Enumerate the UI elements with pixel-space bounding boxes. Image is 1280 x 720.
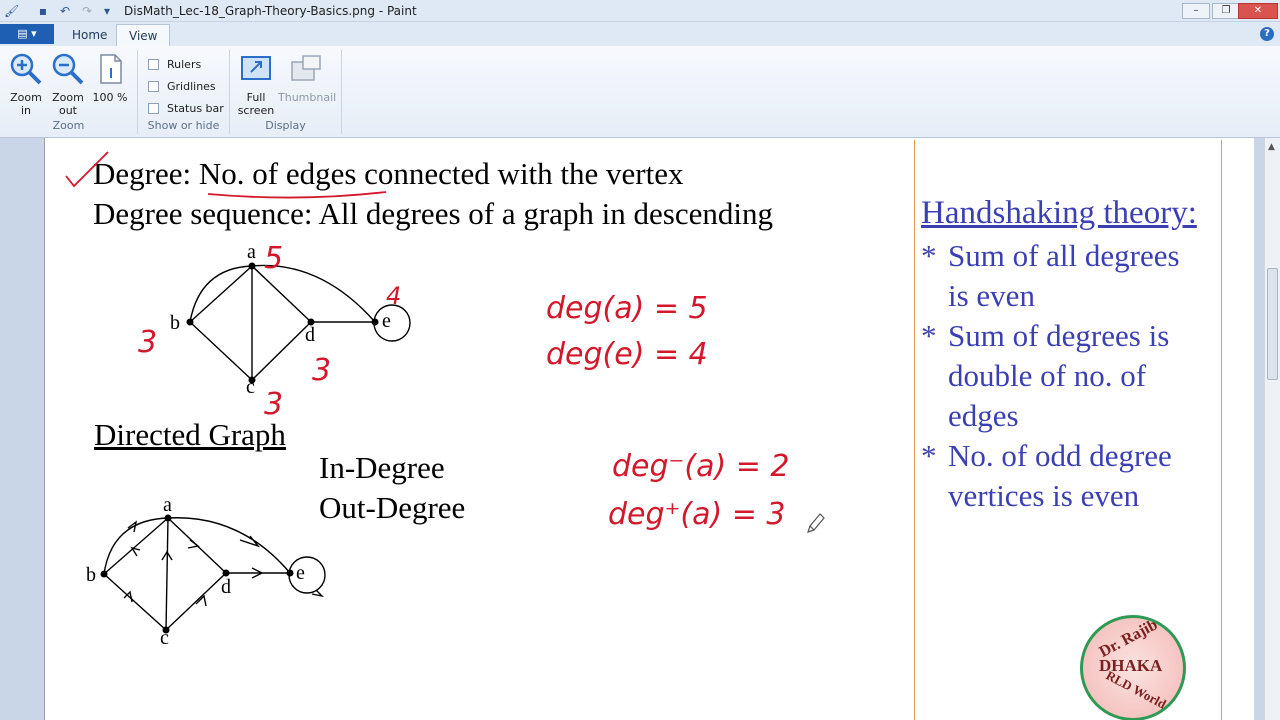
deg-a-annotation: 5: [264, 241, 283, 276]
eq-deg-a: deg(a) = 5: [546, 291, 708, 326]
checkmark-icon: [65, 151, 109, 188]
underline-stroke: [207, 191, 387, 199]
loop-e: [373, 304, 411, 342]
dvertex-label-c: c: [160, 627, 169, 649]
arrow-9: [311, 589, 325, 598]
edge-d-c: [251, 321, 312, 381]
edge-b-c: [189, 321, 253, 381]
undirected-vertices: [186, 262, 379, 384]
red-text: 5 4 3 3 3 deg(a) = 5 deg(e) = 4 deg⁻(a) …: [138, 241, 789, 532]
deg-b-annotation: 3: [138, 325, 157, 360]
pencil-cursor-icon: [807, 513, 825, 533]
directed-vertices: [100, 514, 294, 634]
vertex-label-c: c: [246, 376, 255, 398]
dvertex-label-b: b: [86, 564, 96, 586]
eq-deg-e: deg(e) = 4: [546, 337, 708, 372]
vertex-b: [186, 318, 194, 326]
dvertex-e: [286, 569, 294, 577]
dvertex-label-e: e: [296, 562, 305, 584]
graph-drawings: 5 4 3 3 3 deg(a) = 5 deg(e) = 4 deg⁻(a) …: [65, 151, 825, 634]
vertex-label-b: b: [170, 312, 180, 334]
loop-e-directed: [288, 556, 326, 594]
dvertex-b: [100, 570, 108, 578]
watermark-logo: Dr. Rajib DHAKA RLD World: [1080, 615, 1186, 720]
arc-a-e: [167, 517, 291, 574]
deg-d-annotation: 3: [312, 353, 331, 388]
red-annotations: [65, 151, 387, 199]
vertex-label-d: d: [305, 324, 315, 346]
arrow-2: [130, 546, 141, 557]
deg-e-annotation: 4: [386, 282, 401, 310]
watermark-top-text: Dr. Rajib: [1096, 616, 1161, 661]
eq-indeg-a: deg⁻(a) = 2: [612, 449, 789, 484]
dvertex-label-a: a: [163, 494, 172, 516]
arc-c-d: [165, 572, 227, 631]
vertex-label-e: e: [382, 310, 391, 332]
vertex-label-a: a: [247, 241, 256, 263]
arc-c-b: [103, 573, 167, 631]
arc-c-a: [165, 517, 169, 631]
eq-outdeg-a: deg⁺(a) = 3: [608, 497, 785, 532]
deg-c-annotation: 3: [264, 387, 283, 422]
vertex-e: [371, 318, 379, 326]
dvertex-label-d: d: [221, 576, 231, 598]
